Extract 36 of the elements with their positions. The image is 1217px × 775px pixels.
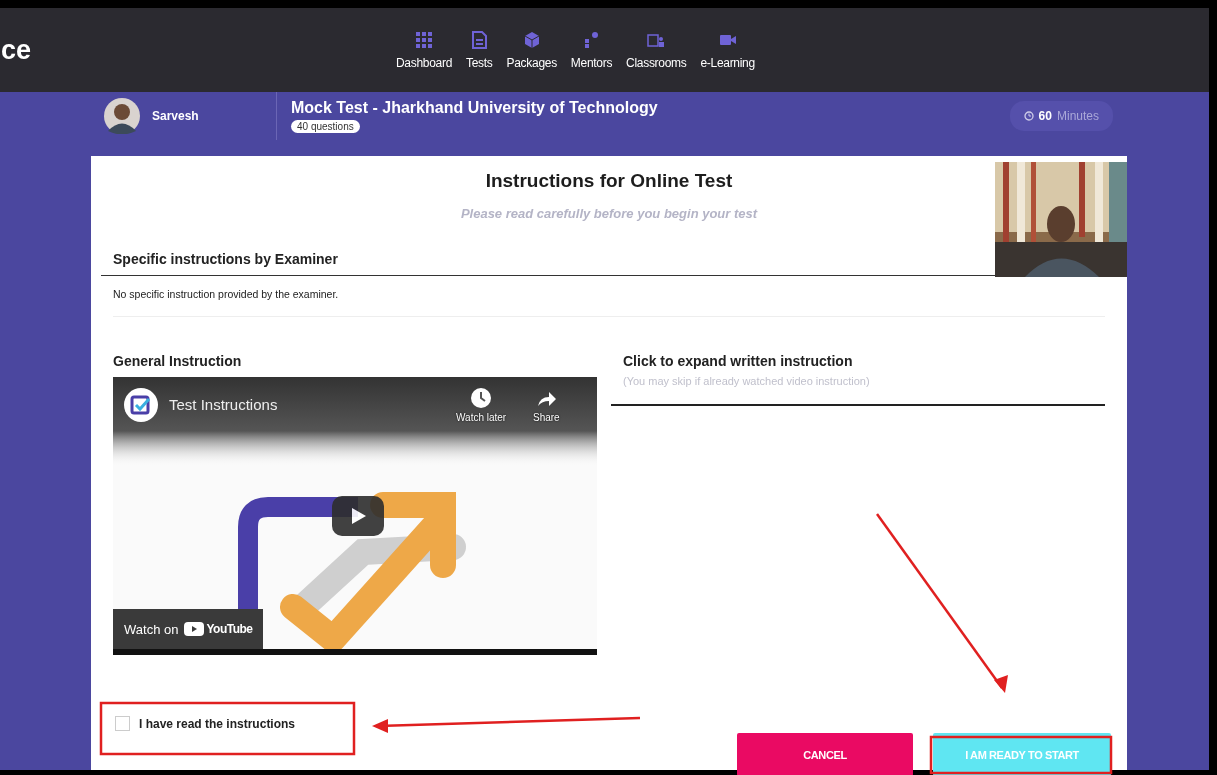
card-subtitle: Please read carefully before you begin your test [459, 206, 759, 221]
user-name: Sarvesh [152, 109, 199, 123]
box-icon [522, 30, 541, 49]
hint-text: (You may skip if already watched video instruction) [623, 375, 871, 387]
question-count: 40 questions [291, 120, 360, 133]
video-title[interactable]: Test Instructions [169, 396, 278, 413]
clock-icon [470, 387, 493, 409]
checkbox[interactable] [115, 716, 130, 731]
clock-icon [1023, 111, 1034, 121]
avatar-icon [104, 98, 140, 134]
play-logo-icon [184, 622, 205, 636]
instruction-text: No specific instruction provided by the examiner. [113, 288, 1105, 317]
checkbox-label[interactable]: I have read the instructions [139, 716, 296, 731]
nav-link[interactable]: Classrooms [619, 30, 694, 70]
people-icon [582, 30, 601, 49]
nav-link[interactable]: Mentors [563, 30, 620, 70]
video-action-button[interactable]: Watch later [456, 387, 507, 423]
cancel-button[interactable]: CANCEL [737, 733, 913, 775]
watch-on-youtube-button[interactable]: Watch on YouTube [113, 609, 263, 649]
section-heading: General Instruction [113, 353, 243, 369]
test-title: Mock Test - Jharkhand University of Technology [291, 99, 659, 117]
nav-link[interactable]: Tests [459, 30, 500, 70]
expand-link[interactable]: Click to expand written instruction [623, 353, 1105, 369]
timer-value: 60 [1038, 109, 1052, 123]
card-title: Instructions for Online Test [484, 170, 734, 192]
grid-icon [415, 30, 433, 49]
nav-link[interactable]: Packages [499, 30, 564, 70]
timer-unit: Minutes [1056, 109, 1099, 123]
play-icon [350, 508, 366, 524]
checkbox-logo-icon [124, 388, 158, 422]
nav-link[interactable]: e-Learning [693, 30, 762, 70]
play-button[interactable] [332, 496, 384, 536]
video-action-button[interactable]: Share [533, 387, 560, 423]
nav-link[interactable]: Dashboard [389, 30, 459, 70]
video-player[interactable]: Test Instructions Watch later Share Watch on YouTube [113, 377, 597, 655]
doc-icon [470, 30, 489, 49]
